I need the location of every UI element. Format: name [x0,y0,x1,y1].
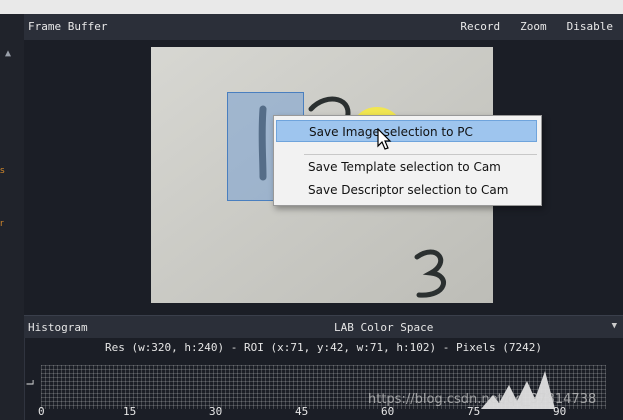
color-space-select[interactable]: LAB Color Space [334,321,433,334]
watermark: https://blog.csdn.net/qq_37314738 [368,392,597,407]
context-menu: Save Image selection to PC Save Template… [273,115,542,206]
save-descriptor-to-cam-item[interactable]: Save Descriptor selection to Cam [276,179,537,201]
dock-marker: r [0,219,4,229]
x-tick: 0 [38,405,45,418]
histogram-header: Histogram LAB Color Space ▼ [24,315,623,338]
x-tick: 45 [295,405,309,418]
frame-buffer-header: Frame Buffer Record Zoom Disable [24,14,623,41]
frame-buffer-actions: Record Zoom Disable [460,20,613,33]
menu-separator [304,154,537,155]
save-image-to-pc-item[interactable]: Save Image selection to PC [276,120,537,142]
dock-marker: s [0,166,5,176]
disable-button[interactable]: Disable [567,20,613,33]
window-top-strip [0,0,623,15]
x-tick: 30 [209,405,223,418]
frame-buffer-title: Frame Buffer [28,20,108,33]
x-tick: 15 [123,405,137,418]
dropdown-arrow-icon[interactable]: ▼ [612,321,617,331]
histogram-info: Res (w:320, h:240) - ROI (x:71, y:42, w:… [104,341,543,354]
left-dock-bar: ▲ s r [0,14,25,420]
histogram-plot: L 0 15 30 45 60 75 90 [24,357,623,420]
record-button[interactable]: Record [460,20,500,33]
y-axis-label: L [25,379,37,386]
zoom-button[interactable]: Zoom [520,20,547,33]
collapse-up-icon[interactable]: ▲ [5,48,11,59]
mouse-pointer-icon [377,128,392,150]
histogram-title: Histogram [28,321,88,334]
save-template-to-cam-item[interactable]: Save Template selection to Cam [276,156,537,178]
